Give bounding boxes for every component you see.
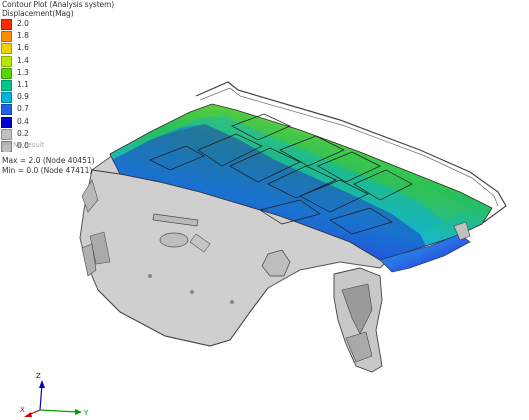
no-result-label: No result xyxy=(13,141,45,149)
y-axis-line xyxy=(39,409,79,413)
min-value-text: Min = 0.0 (Node 47411) xyxy=(2,166,93,175)
legend-swatch xyxy=(1,128,12,140)
legend-swatch xyxy=(1,116,12,128)
legend-swatch xyxy=(1,92,12,104)
x-axis-arrow xyxy=(24,412,32,417)
graphics-viewport[interactable]: Contour Plot (Analysis system) Displacem… xyxy=(0,0,529,420)
legend-swatch xyxy=(1,55,12,67)
legend-value: 0.2 xyxy=(17,128,29,138)
legend-subtitle: Displacement(Mag) xyxy=(2,9,74,18)
legend-swatch xyxy=(1,104,12,116)
z-axis-arrow xyxy=(39,380,45,388)
legend-value: 1.3 xyxy=(17,67,29,77)
max-value-text: Max = 2.0 (Node 40451) xyxy=(2,156,95,165)
legend-value: 0.4 xyxy=(17,116,29,126)
legend-header: Contour Plot (Analysis system) Displacem… xyxy=(2,0,114,18)
legend-value: 1.1 xyxy=(17,79,29,89)
legend-swatch xyxy=(1,67,12,79)
no-result-swatch xyxy=(3,145,10,152)
legend-value: 0.7 xyxy=(17,104,29,114)
legend-swatch xyxy=(1,79,12,91)
max-min-readout: Max = 2.0 (Node 40451) Min = 0.0 (Node 4… xyxy=(2,156,95,176)
z-axis-label: Z xyxy=(36,372,41,380)
y-axis-label: Y xyxy=(83,409,89,417)
axis-triad-icon: Z X Y xyxy=(20,372,89,417)
legend-swatch xyxy=(1,43,12,55)
legend-value: 0.9 xyxy=(17,92,29,102)
legend-title: Contour Plot (Analysis system) xyxy=(2,0,115,9)
legend-value: 2.0 xyxy=(17,19,29,28)
legend-value: 1.8 xyxy=(17,31,29,41)
y-axis-arrow xyxy=(75,409,82,415)
legend-value: 1.4 xyxy=(17,55,29,65)
legend-swatch xyxy=(1,19,12,30)
legend-value: 1.6 xyxy=(17,43,29,53)
legend-swatch xyxy=(1,31,12,43)
x-axis-label: X xyxy=(20,406,25,414)
